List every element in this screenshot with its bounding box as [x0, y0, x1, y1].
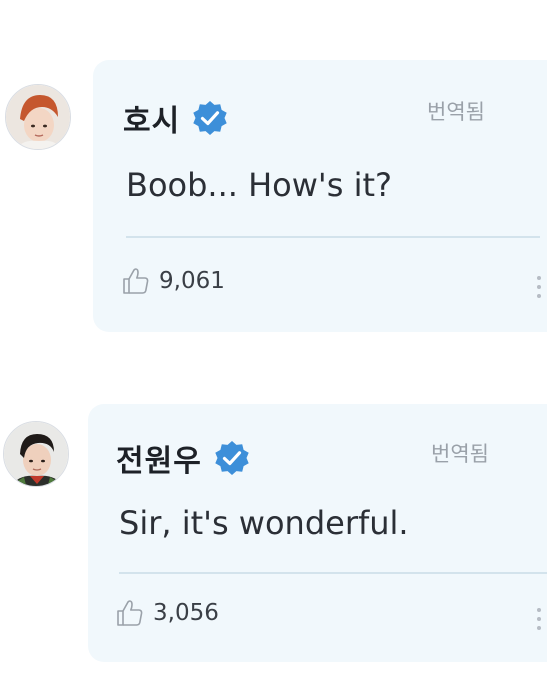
thumbs-up-icon[interactable] — [115, 598, 145, 628]
verified-badge-icon — [215, 441, 249, 475]
divider — [126, 236, 540, 238]
avatar-image — [6, 85, 70, 149]
translated-label[interactable]: 번역됨 — [431, 438, 489, 468]
comment-card: 전원우 번역됨 Sir, it's wonderful. 3,056 — [88, 404, 547, 662]
divider — [119, 572, 547, 574]
verified-badge-icon — [193, 101, 227, 135]
translated-label[interactable]: 번역됨 — [427, 96, 485, 126]
more-options-icon[interactable] — [537, 608, 543, 630]
author-row: 호시 — [123, 96, 228, 140]
comment-text: Boob... How's it? — [126, 166, 392, 204]
comment-text: Sir, it's wonderful. — [119, 504, 409, 542]
comment-card: 호시 번역됨 Boob... How's it? 9,061 — [93, 60, 547, 332]
like-row[interactable]: 9,061 — [121, 266, 225, 296]
more-options-icon[interactable] — [537, 276, 543, 298]
like-count: 9,061 — [159, 268, 225, 294]
like-row[interactable]: 3,056 — [115, 598, 219, 628]
avatar[interactable] — [5, 84, 71, 150]
author-name[interactable]: 호시 — [123, 96, 180, 140]
like-count: 3,056 — [153, 600, 219, 626]
comment-item: 전원우 번역됨 Sir, it's wonderful. 3,056 — [0, 340, 547, 691]
comment-item: 호시 번역됨 Boob... How's it? 9,061 — [0, 0, 547, 340]
author-row: 전원우 — [116, 436, 250, 480]
avatar[interactable] — [3, 421, 69, 487]
avatar-image — [4, 422, 68, 486]
thumbs-up-icon[interactable] — [121, 266, 151, 296]
author-name[interactable]: 전원우 — [116, 436, 202, 480]
